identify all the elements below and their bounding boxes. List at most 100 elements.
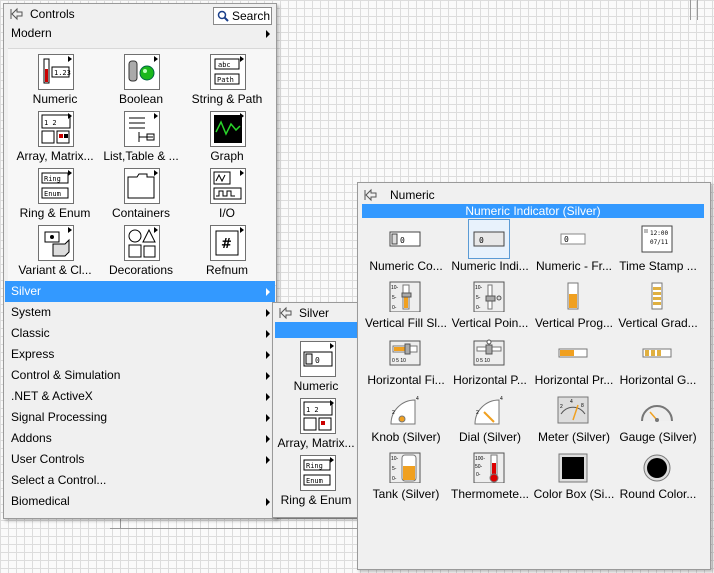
- svg-text:10-: 10-: [475, 285, 483, 291]
- silver-item-label: Numeric: [293, 379, 339, 393]
- numeric-item-vertical-pointer-slide[interactable]: 10- 5- 0- Vertical Poin...: [448, 278, 532, 335]
- numeric-control-icon: 0: [389, 231, 421, 247]
- palette-item-refnum[interactable]: # Refnum: [184, 225, 270, 282]
- menu-item-dotnet-activex[interactable]: .NET & ActiveX: [5, 386, 275, 407]
- submenu-arrow-icon: [266, 330, 270, 338]
- numeric-item-label: Color Box (Si...: [533, 487, 615, 501]
- numeric-item-label: Horizontal G...: [619, 373, 697, 387]
- numeric-item-label: Horizontal P...: [453, 373, 527, 387]
- controls-titlebar[interactable]: Controls Search: [4, 4, 276, 25]
- silver-item-numeric[interactable]: 0 Numeric: [273, 341, 359, 398]
- pin-icon[interactable]: [364, 188, 378, 202]
- menu-item-silver[interactable]: Silver: [5, 281, 275, 302]
- gauge-icon: [641, 405, 673, 422]
- palette-item-graph[interactable]: Graph: [184, 111, 270, 168]
- numeric-item-vertical-fill-slide[interactable]: 10- 5- 0- Vertical Fill Sl...: [364, 278, 448, 335]
- numeric-item-tank[interactable]: 10- 5- 0- Tank (Silver): [364, 449, 448, 506]
- submenu-arrow-icon: [266, 30, 270, 38]
- numeric-titlebar[interactable]: Numeric: [358, 185, 710, 205]
- pin-icon[interactable]: [279, 306, 293, 320]
- submenu-arrow-icon: [266, 309, 270, 317]
- palette-item-ring-enum[interactable]: Ring Enum Ring & Enum: [12, 168, 98, 225]
- palette-item-list-table[interactable]: List,Table & ...: [98, 111, 184, 168]
- numeric-item-time-stamp[interactable]: 12:00 07/11 Time Stamp ...: [616, 221, 700, 278]
- numeric-item-round-color-box[interactable]: Round Color...: [616, 449, 700, 506]
- palette-item-decorations[interactable]: Decorations: [98, 225, 184, 282]
- menu-item-label: Addons: [11, 431, 52, 445]
- palette-item-numeric[interactable]: 1.23 Numeric: [12, 54, 98, 111]
- svg-text:Ring: Ring: [44, 175, 61, 183]
- svg-text:#: #: [221, 237, 232, 252]
- numeric-item-label: Time Stamp ...: [619, 259, 697, 273]
- menu-item-biomedical[interactable]: Biomedical: [5, 491, 275, 512]
- tank-icon: 10- 5- 0-: [389, 452, 421, 483]
- svg-text:Path: Path: [217, 76, 234, 84]
- palette-item-label: Decorations: [108, 263, 174, 277]
- numeric-item-dial[interactable]: 4 2 Dial (Silver): [448, 392, 532, 449]
- svg-text:0 5 10: 0 5 10: [392, 358, 406, 364]
- svg-text:0 5 10: 0 5 10: [476, 358, 490, 364]
- svg-text:2: 2: [392, 410, 395, 416]
- palette-item-array-matrix[interactable]: 1 2 Array, Matrix...: [12, 111, 98, 168]
- menu-item-signal-processing[interactable]: Signal Processing: [5, 407, 275, 428]
- search-label: Search: [232, 9, 271, 23]
- palette-item-io[interactable]: I/O: [184, 168, 270, 225]
- menu-item-label: System: [11, 305, 52, 319]
- palette-item-label: Graph: [210, 149, 244, 163]
- numeric-item-thermometer[interactable]: 100- 50- 0- Thermomete...: [448, 449, 532, 506]
- menu-item-select-control[interactable]: Select a Control...: [5, 470, 275, 491]
- palette-item-string-path[interactable]: abc Path String & Path: [184, 54, 270, 111]
- numeric-frameless-icon: 0: [560, 233, 586, 245]
- numeric-item-gauge[interactable]: Gauge (Silver): [616, 392, 700, 449]
- palette-item-variant-class[interactable]: Variant & Cl...: [12, 225, 98, 282]
- menu-item-label: Select a Control...: [11, 473, 107, 487]
- svg-text:0-: 0-: [476, 305, 481, 311]
- silver-item-ring-enum[interactable]: Ring Enum Ring & Enum: [273, 455, 359, 512]
- category-modern[interactable]: Modern: [5, 23, 275, 44]
- menu-item-control-simulation[interactable]: Control & Simulation: [5, 365, 275, 386]
- svg-text:2: 2: [560, 404, 563, 410]
- svg-text:1.23: 1.23: [54, 69, 71, 77]
- numeric-item-horizontal-pointer-slide[interactable]: 0 5 10 Horizontal P...: [448, 335, 532, 392]
- svg-text:0: 0: [400, 236, 405, 245]
- silver-selection-bar: [275, 322, 357, 338]
- graph-palette-icon: [210, 111, 246, 147]
- silver-item-label: Array, Matrix...: [277, 436, 355, 450]
- svg-text:Enum: Enum: [306, 477, 323, 485]
- numeric-item-color-box[interactable]: Color Box (Si...: [532, 449, 616, 506]
- silver-titlebar[interactable]: Silver: [273, 303, 357, 323]
- menu-item-label: Signal Processing: [11, 410, 108, 424]
- numeric-item-label: Vertical Prog...: [534, 316, 614, 330]
- svg-text:50-: 50-: [475, 464, 483, 470]
- palette-item-label: Numeric: [32, 92, 78, 106]
- palette-item-boolean[interactable]: Boolean: [98, 54, 184, 111]
- svg-text:0: 0: [479, 236, 484, 245]
- palette-item-label: Containers: [111, 206, 171, 220]
- numeric-item-horizontal-progress-bar[interactable]: Horizontal Pr...: [532, 335, 616, 392]
- horizontal-progress-bar-icon: [558, 348, 588, 358]
- numeric-item-knob[interactable]: 4 2 Knob (Silver): [364, 392, 448, 449]
- numeric-item-numeric-control[interactable]: 0 Numeric Co...: [364, 221, 448, 278]
- numeric-item-numeric-indicator[interactable]: 0 Numeric Indi...: [448, 219, 532, 278]
- menu-item-label: Silver: [11, 284, 42, 298]
- numeric-item-horizontal-fill-slide[interactable]: 0 5 10 Horizontal Fi...: [364, 335, 448, 392]
- pin-icon[interactable]: [10, 7, 24, 21]
- numeric-item-vertical-progress-bar[interactable]: Vertical Prog...: [532, 278, 616, 335]
- numeric-item-horizontal-graduated-bar[interactable]: Horizontal G...: [616, 335, 700, 392]
- menu-item-system[interactable]: System: [5, 302, 275, 323]
- svg-text:12:00: 12:00: [650, 230, 668, 237]
- silver-item-array-matrix[interactable]: 1 2 Array, Matrix...: [273, 398, 359, 455]
- numeric-item-numeric-frameless[interactable]: 0 Numeric - Fr...: [532, 221, 616, 278]
- numeric-item-vertical-graduated-bar[interactable]: Vertical Grad...: [616, 278, 700, 335]
- submenu-arrow-icon: [266, 351, 270, 359]
- submenu-arrow-icon: [266, 456, 270, 464]
- io-palette-icon: [210, 168, 246, 204]
- submenu-arrow-icon: [266, 393, 270, 401]
- silver-array-matrix-icon: 1 2: [300, 398, 336, 434]
- menu-item-user-controls[interactable]: User Controls: [5, 449, 275, 470]
- menu-item-express[interactable]: Express: [5, 344, 275, 365]
- numeric-item-meter[interactable]: 2 4 8 Meter (Silver): [532, 392, 616, 449]
- menu-item-classic[interactable]: Classic: [5, 323, 275, 344]
- menu-item-addons[interactable]: Addons: [5, 428, 275, 449]
- palette-item-containers[interactable]: Containers: [98, 168, 184, 225]
